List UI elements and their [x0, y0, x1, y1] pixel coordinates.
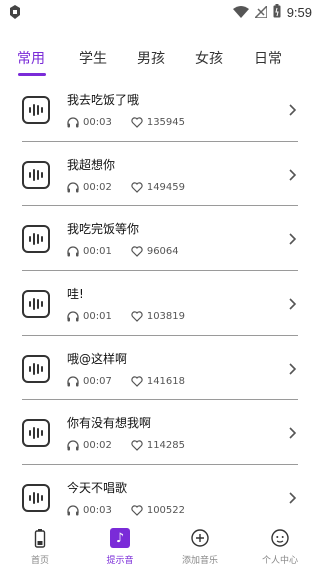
active-tab-indicator [18, 73, 46, 76]
item-duration: 00:03 [83, 117, 112, 128]
list-item[interactable]: 哇! 00:01 103819 [22, 271, 298, 336]
item-title: 我超想你 [67, 157, 116, 172]
item-duration: 00:01 [83, 311, 112, 323]
list-item[interactable]: 你有没有想我啊 00:02 114285 [22, 400, 298, 466]
nav-home-label: 首页 [30, 556, 49, 566]
item-title: 哦@这样啊 [67, 351, 128, 366]
nav-ringtones-label: 提示音 [106, 556, 134, 566]
item-likes: 149459 [146, 181, 186, 193]
ringtone-list: 我去吃饭了哦 00:03 135945 我超想你 00:02 149459 我吃… [0, 77, 320, 527]
heart-icon [131, 376, 143, 387]
audio-wave-icon [22, 484, 50, 513]
wifi-icon [232, 3, 249, 22]
item-duration: 00:02 [83, 440, 112, 452]
tab-girl[interactable]: 女孩 [195, 48, 223, 68]
tab-daily[interactable]: 日常 [254, 48, 282, 68]
item-likes: 135945 [146, 117, 186, 128]
headphones-icon [67, 246, 79, 257]
item-likes: 114285 [146, 440, 186, 452]
battery-status-icon [273, 3, 281, 22]
headphones-icon [67, 376, 79, 387]
category-tabs: 常用 学生 男孩 女孩 日常 [0, 40, 320, 80]
chevron-right-icon [289, 169, 297, 181]
list-item[interactable]: 我去吃饭了哦 00:03 135945 [22, 77, 298, 142]
app-logo-icon [8, 4, 22, 20]
chevron-right-icon [289, 298, 297, 310]
nav-ringtones[interactable]: ♪ 提示音 [85, 527, 155, 566]
item-title: 今天不唱歌 [67, 481, 128, 496]
add-circle-icon [191, 529, 209, 547]
audio-wave-icon [22, 290, 50, 319]
headphones-icon [67, 311, 79, 322]
list-item[interactable]: 我吃完饭等你 00:01 96064 [22, 206, 298, 272]
heart-icon [131, 311, 143, 322]
tab-student[interactable]: 学生 [79, 48, 107, 68]
list-item[interactable]: 今天不唱歌 00:03 100522 [22, 465, 298, 527]
status-time: 9:59 [286, 4, 312, 20]
nav-profile-label: 个人中心 [261, 556, 298, 566]
chevron-right-icon [289, 363, 297, 375]
heart-icon [131, 246, 143, 258]
item-title: 我吃完饭等你 [67, 222, 140, 237]
item-likes: 103819 [146, 311, 186, 323]
nav-add-music-label: 添加音乐 [181, 556, 218, 566]
face-icon [271, 529, 289, 547]
item-likes: 96064 [146, 246, 179, 258]
audio-wave-icon [22, 225, 50, 254]
audio-wave-icon [22, 419, 50, 448]
item-title: 哇! [67, 287, 84, 302]
chevron-right-icon [289, 427, 297, 440]
headphones-icon [67, 505, 79, 516]
item-duration: 00:07 [83, 375, 112, 387]
item-title: 我去吃饭了哦 [67, 93, 140, 107]
list-item[interactable]: 我超想你 00:02 149459 [22, 142, 298, 207]
headphones-icon [67, 440, 79, 451]
audio-wave-icon [22, 96, 50, 124]
nav-home[interactable]: 首页 [5, 527, 75, 566]
chevron-right-icon [289, 492, 297, 504]
heart-icon [131, 440, 143, 452]
bottom-nav: 首页 ♪ 提示音 添加音乐 个人中心 [0, 527, 320, 570]
tab-common[interactable]: 常用 [17, 48, 45, 68]
item-duration: 00:01 [83, 246, 112, 258]
audio-wave-icon [22, 160, 50, 189]
item-duration: 00:03 [83, 505, 112, 517]
headphones-icon [67, 117, 79, 128]
nav-add-music[interactable]: 添加音乐 [165, 527, 235, 566]
item-duration: 00:02 [83, 181, 112, 193]
headphones-icon [67, 182, 79, 193]
list-item[interactable]: 哦@这样啊 00:07 141618 [22, 336, 298, 401]
chevron-right-icon [289, 104, 297, 116]
signal-icon [252, 3, 268, 22]
item-title: 你有没有想我啊 [67, 416, 152, 431]
audio-wave-icon [22, 354, 50, 383]
battery-icon [34, 529, 46, 548]
status-bar: 9:59 [0, 0, 320, 24]
heart-icon [131, 505, 143, 516]
nav-profile[interactable]: 个人中心 [245, 527, 315, 566]
chevron-right-icon [289, 233, 297, 245]
item-likes: 141618 [146, 375, 186, 387]
item-likes: 100522 [146, 505, 186, 517]
heart-icon [131, 117, 143, 128]
tab-boy[interactable]: 男孩 [137, 48, 165, 68]
heart-icon [131, 182, 143, 193]
music-note-icon: ♪ [110, 528, 130, 548]
